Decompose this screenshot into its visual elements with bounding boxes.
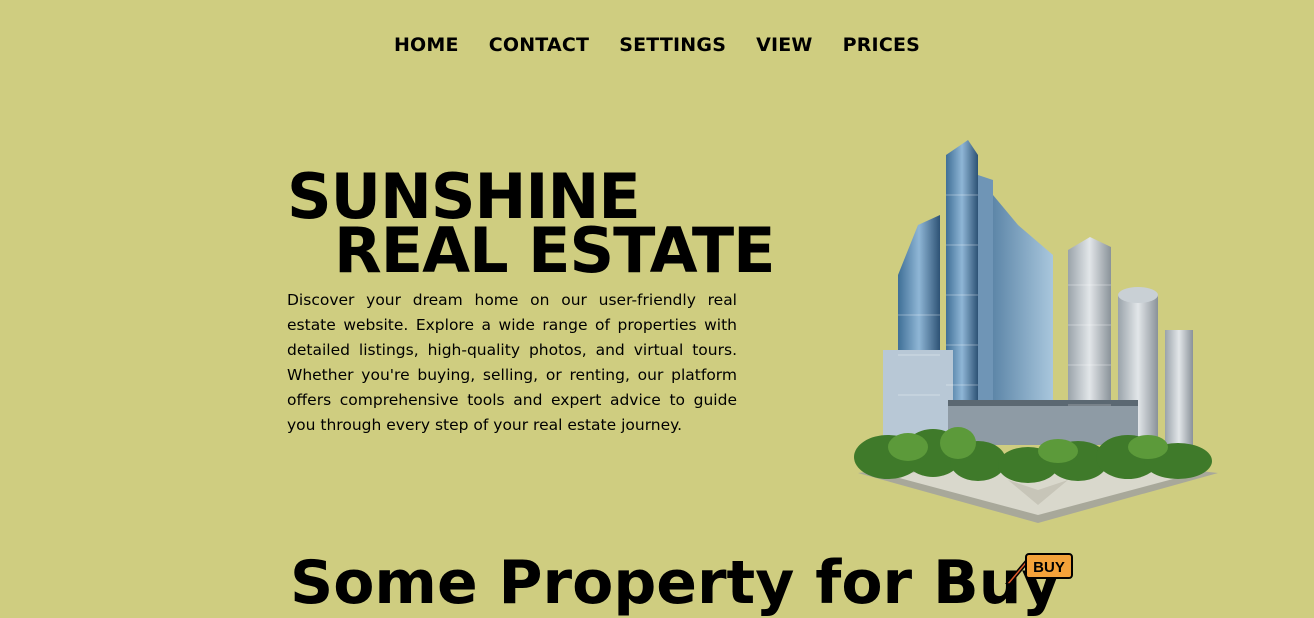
nav-contact[interactable]: CONTACT xyxy=(489,34,590,56)
section-title: Some Property for Buy xyxy=(290,548,1061,618)
nav-settings[interactable]: SETTINGS xyxy=(619,34,726,56)
buy-sign-icon: BUY xyxy=(1005,553,1073,584)
hero-title: SUNSHINE REAL ESTATE xyxy=(287,166,775,287)
nav-prices[interactable]: PRICES xyxy=(843,34,920,56)
nav-view[interactable]: VIEW xyxy=(756,34,813,56)
hero-title-line2: REAL ESTATE xyxy=(334,214,775,287)
hero-description: Discover your dream home on our user-fri… xyxy=(287,291,737,434)
main-nav: HOME CONTACT SETTINGS VIEW PRICES xyxy=(0,34,1314,56)
buy-badge-label: BUY xyxy=(1033,559,1065,576)
city-buildings-illustration xyxy=(854,140,1218,523)
nav-home[interactable]: HOME xyxy=(394,34,459,56)
